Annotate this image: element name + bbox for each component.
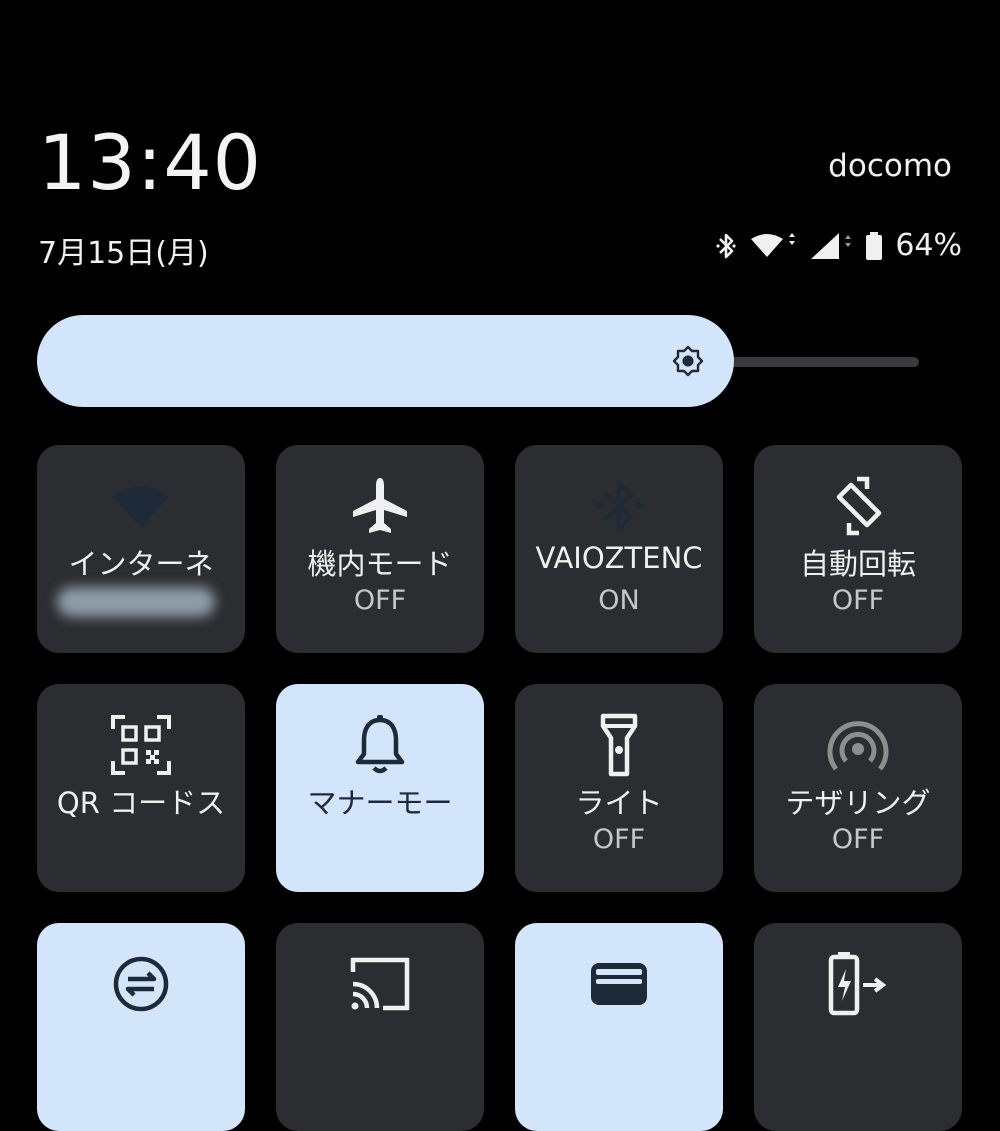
clock[interactable]: 13:40 xyxy=(38,118,262,207)
tile-cast[interactable] xyxy=(276,923,484,1131)
date[interactable]: 7月15日(月) xyxy=(38,228,209,272)
tile-tethering[interactable]: テザリング OFF xyxy=(754,684,962,892)
tile-state: OFF xyxy=(831,585,885,616)
tile-airplane-mode[interactable]: 機内モード OFF xyxy=(276,445,484,653)
airplane-icon xyxy=(276,473,484,539)
tile-label: QR コードス xyxy=(56,786,226,820)
cellular-signal-icon xyxy=(809,231,853,261)
qr-code-icon xyxy=(37,712,245,778)
rotate-icon xyxy=(754,473,962,539)
flashlight-icon xyxy=(515,712,723,778)
tile-state: ON xyxy=(598,585,640,616)
tile-state: OFF xyxy=(831,824,885,855)
bluetooth-icon xyxy=(515,473,723,539)
tile-sync[interactable] xyxy=(37,923,245,1131)
brightness-icon xyxy=(672,345,704,381)
tile-label: 自動回転 xyxy=(799,547,916,581)
battery-share-icon xyxy=(754,951,962,1017)
cast-icon xyxy=(276,951,484,1017)
brightness-slider[interactable] xyxy=(37,315,919,407)
battery-icon xyxy=(865,231,883,261)
tile-state: OFF xyxy=(592,824,646,855)
sync-icon xyxy=(37,951,245,1017)
bluetooth-status-icon xyxy=(715,231,737,261)
tile-label: VAIOZTENC xyxy=(535,541,703,575)
wifi-status-icon xyxy=(749,231,797,261)
tile-label: ライト xyxy=(575,786,663,820)
status-icons: 64% xyxy=(715,228,962,263)
bell-icon xyxy=(276,712,484,778)
status-header: 13:40 docomo 7月15日(月) 64% xyxy=(0,0,1000,300)
tile-internet[interactable]: インターネ xyxy=(37,445,245,653)
tile-silent-mode[interactable]: マナーモー xyxy=(276,684,484,892)
wallet-icon xyxy=(515,951,723,1017)
brightness-fill[interactable] xyxy=(37,315,734,407)
tile-wallet[interactable] xyxy=(515,923,723,1131)
tile-label: 機内モード xyxy=(307,547,453,581)
tile-label: マナーモー xyxy=(307,786,453,820)
carrier-name: docomo xyxy=(828,148,952,184)
battery-percent: 64% xyxy=(895,228,962,263)
tile-label: インターネ xyxy=(68,547,214,581)
tile-qr-code[interactable]: QR コードス xyxy=(37,684,245,892)
tile-auto-rotate[interactable]: 自動回転 OFF xyxy=(754,445,962,653)
network-name-redacted xyxy=(57,587,215,617)
tile-battery-share[interactable] xyxy=(754,923,962,1131)
tile-flashlight[interactable]: ライト OFF xyxy=(515,684,723,892)
tile-state: OFF xyxy=(353,585,407,616)
hotspot-icon xyxy=(754,712,962,778)
wifi-icon xyxy=(37,473,245,539)
tile-bluetooth[interactable]: VAIOZTENC ON xyxy=(515,445,723,653)
tile-label: テザリング xyxy=(785,786,931,820)
